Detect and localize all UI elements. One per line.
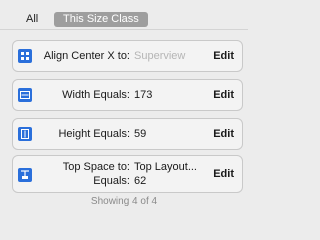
top-space-icon [18,168,32,182]
edit-button[interactable]: Edit [213,168,234,180]
constraint-label: Align Center X to: [43,50,130,62]
constraint-value: 59 [134,128,147,140]
width-icon [18,88,32,102]
constraint-label-line1: Top Space to: [62,161,130,173]
showing-count: Showing 4 of 4 [90,196,158,207]
constraint-value-line1: Top Layout... [134,161,197,173]
constraint-label: Width Equals: [62,89,130,101]
scope-size-class-button[interactable]: This Size Class [54,12,148,27]
constraint-top-space: Top Space to: Equals: Top Layout... 62 E… [12,155,243,193]
constraint-value: Top Layout... 62 [134,160,197,188]
constraint-value: 173 [134,89,153,101]
scope-bar: All This Size Class [0,0,248,30]
edit-button[interactable]: Edit [213,128,234,140]
constraint-label-line2: Equals: [93,175,130,187]
constraint-height: Height Equals: 59 Edit [12,118,243,150]
edit-button[interactable]: Edit [213,89,234,101]
edit-button[interactable]: Edit [213,50,234,62]
scope-all-button[interactable]: All [26,13,38,25]
constraint-value: Superview [134,50,186,62]
constraint-align-center-x: Align Center X to: Superview Edit [12,40,243,72]
align-center-x-icon [18,49,32,63]
height-icon [18,127,32,141]
constraint-label: Top Space to: Equals: [63,160,130,188]
constraint-label: Height Equals: [58,128,130,140]
constraint-width: Width Equals: 173 Edit [12,79,243,111]
constraint-value-line2: 62 [134,175,147,187]
